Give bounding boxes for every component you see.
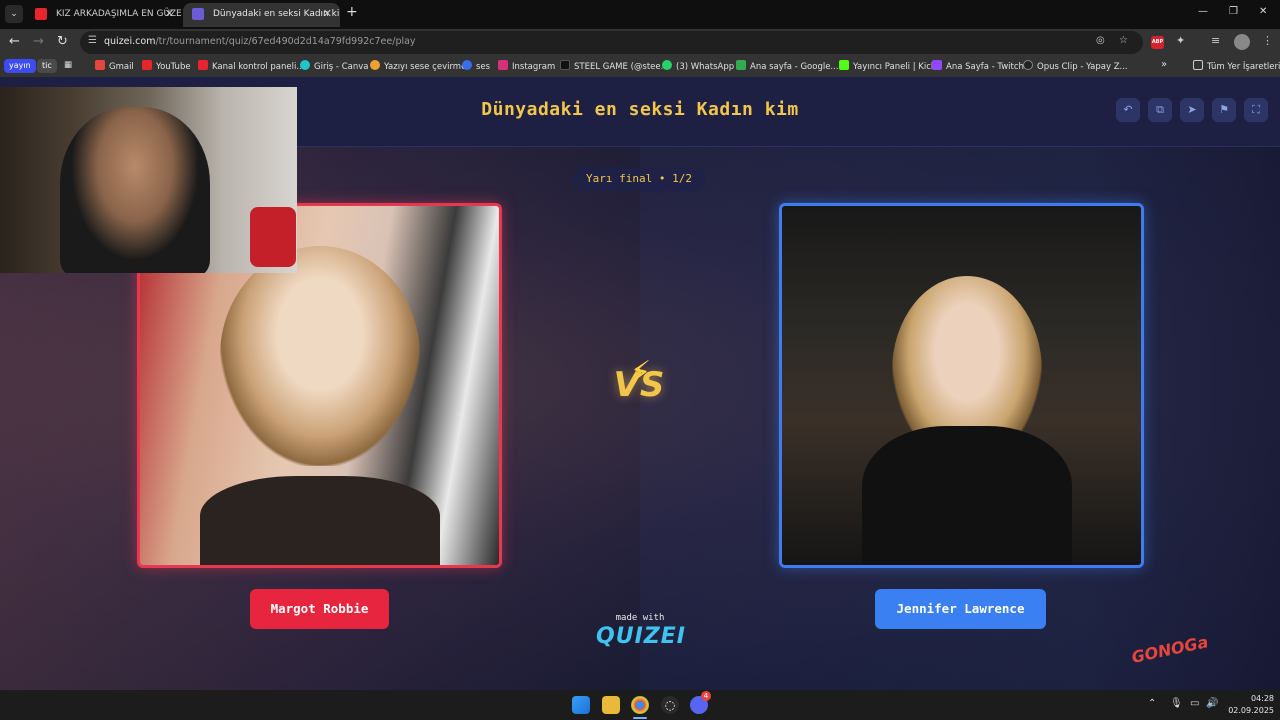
clock-time: 04:28	[1250, 694, 1274, 703]
kick-icon	[839, 60, 849, 70]
tab-search-button[interactable]: ⌄	[5, 5, 23, 23]
url-text: quizei.com/tr/tournament/quiz/67ed490d2d…	[104, 36, 416, 47]
send-icon[interactable]: ➤	[1180, 98, 1204, 122]
clock-date: 02.09.2025	[1228, 706, 1274, 715]
headset-prop	[250, 207, 296, 267]
windows-start-icon[interactable]	[572, 696, 590, 714]
microphone-icon[interactable]: 🎙	[1170, 698, 1183, 709]
site-info-icon[interactable]: ☰	[88, 35, 97, 46]
back-icon[interactable]: ←	[9, 34, 20, 49]
bookmark-star-icon[interactable]: ☆	[1119, 35, 1128, 46]
file-explorer-icon[interactable]	[602, 696, 620, 714]
volume-icon[interactable]: 🔊	[1206, 698, 1218, 709]
forward-icon[interactable]: →	[33, 34, 44, 49]
bookmark-youtube[interactable]: YouTube	[142, 60, 191, 72]
menu-kebab-icon[interactable]: ⋮	[1262, 34, 1273, 47]
close-window-icon[interactable]: ✕	[1259, 6, 1267, 17]
bookmark-kick[interactable]: Yayıncı Paneli | Kick	[839, 60, 936, 72]
windows-taskbar: ◌ 4 ⌃ 🎙 ▭ 🔊 04:28 02.09.2025	[0, 690, 1280, 720]
report-flag-icon[interactable]: ⚑	[1212, 98, 1236, 122]
google-drive-icon	[736, 60, 746, 70]
photo-subject-dress	[862, 426, 1072, 565]
gmail-icon	[95, 60, 105, 70]
opus-icon	[1023, 60, 1033, 70]
undo-icon[interactable]: ↶	[1116, 98, 1140, 122]
folder-icon	[1193, 60, 1203, 70]
apps-grid-icon[interactable]: ▦	[64, 60, 72, 70]
lightning-bolt-icon: ⚡	[630, 355, 652, 390]
bookmark-tts[interactable]: Yazıyı sese çevirme	[370, 60, 466, 72]
bookmark-kanal[interactable]: Kanal kontrol paneli...	[198, 60, 304, 72]
bookmark-google-drive[interactable]: Ana sayfa - Google...	[736, 60, 839, 72]
discord-icon[interactable]: 4	[690, 691, 711, 714]
browser-toolbar: ← → ↻ ☰ quizei.com/tr/tournament/quiz/67…	[0, 29, 1280, 56]
right-contestant-photo[interactable]	[782, 206, 1141, 565]
made-with-label: made with	[615, 613, 665, 623]
share-icon[interactable]: ⧉	[1148, 98, 1172, 122]
photo-subject	[220, 246, 420, 466]
fullscreen-icon[interactable]: ⛶	[1244, 98, 1268, 122]
bookmark-tiktok[interactable]: STEEL GAME (@stee...	[560, 60, 669, 72]
tiktok-icon	[560, 60, 570, 70]
browser-tab-active[interactable]: Dünyadaki en seksi Kadın kim ✕	[183, 3, 340, 27]
notification-badge: 4	[701, 691, 711, 701]
round-indicator: Yarı final • 1/2	[572, 167, 706, 191]
extensions-icon[interactable]: ✦	[1176, 34, 1185, 47]
instagram-icon	[498, 60, 508, 70]
whatsapp-icon	[662, 60, 672, 70]
reload-icon[interactable]: ↻	[57, 34, 68, 49]
minimize-icon[interactable]: —	[1198, 6, 1208, 17]
bookmarks-bar: yayın tic ▦ Gmail YouTube Kanal kontrol …	[0, 56, 1280, 77]
webcam-overlay	[0, 87, 297, 273]
tray-expand-icon[interactable]: ⌃	[1148, 698, 1156, 709]
streamer-video	[60, 107, 210, 273]
bookmark-whatsapp[interactable]: (3) WhatsApp	[662, 60, 734, 72]
new-tab-button[interactable]: +	[346, 4, 358, 20]
browser-tab[interactable]: KIZ ARKADAŞIMLA EN GÜZEL K ✕	[26, 3, 182, 27]
bookmark-twitch[interactable]: Ana Sayfa - Twitch	[932, 60, 1024, 72]
photo-subject-dress	[200, 476, 440, 565]
quizei-logo[interactable]: QUIZEI	[596, 624, 685, 649]
bookmark-gmail[interactable]: Gmail	[95, 60, 134, 72]
bookmark-canva[interactable]: Giriş - Canva	[300, 60, 368, 72]
browser-tab-bar: ⌄ KIZ ARKADAŞIMLA EN GÜZEL K ✕ Dünyadaki…	[0, 0, 1280, 29]
bookmark-ses[interactable]: ses	[462, 60, 490, 72]
canva-icon	[300, 60, 310, 70]
right-contestant-card[interactable]	[779, 203, 1144, 568]
bookmark-instagram[interactable]: Instagram	[498, 60, 555, 72]
adblock-extension-icon[interactable]: ABP	[1151, 36, 1164, 49]
bookmark-opus[interactable]: Opus Clip - Yapay Z...	[1023, 60, 1128, 72]
twitch-icon	[932, 60, 942, 70]
app-icon[interactable]: ◌	[661, 696, 679, 714]
tts-icon	[370, 60, 380, 70]
chrome-icon[interactable]	[631, 696, 649, 714]
tab-title: Dünyadaki en seksi Kadın kim	[213, 9, 340, 19]
profile-avatar[interactable]	[1234, 34, 1250, 50]
right-contestant-name-button[interactable]: Jennifer Lawrence	[875, 589, 1046, 629]
system-clock[interactable]: 04:28 02.09.2025	[1226, 693, 1274, 717]
more-bookmarks-icon[interactable]: »	[1161, 59, 1167, 70]
youtube-icon	[142, 60, 152, 70]
close-tab-icon[interactable]: ✕	[323, 3, 332, 25]
bookmark-chip[interactable]: yayın	[4, 59, 36, 73]
tab-title: KIZ ARKADAŞIMLA EN GÜZEL K	[56, 9, 182, 19]
all-bookmarks-folder[interactable]: Tüm Yer İşaretleri	[1193, 60, 1280, 72]
ses-icon	[462, 60, 472, 70]
address-bar[interactable]: ☰ quizei.com/tr/tournament/quiz/67ed490d…	[80, 31, 1143, 54]
youtube-studio-icon	[198, 60, 208, 70]
network-icon[interactable]: ▭	[1190, 698, 1199, 709]
active-app-indicator	[633, 717, 647, 719]
tracking-eye-icon[interactable]: ◎	[1096, 35, 1105, 46]
media-control-icon[interactable]: ≡	[1211, 34, 1220, 47]
youtube-icon	[35, 8, 47, 20]
quizei-favicon-icon	[192, 8, 204, 20]
left-contestant-name-button[interactable]: Margot Robbie	[250, 589, 389, 629]
restore-icon[interactable]: ❐	[1229, 6, 1238, 17]
bookmark-chip[interactable]: tic	[37, 59, 57, 73]
close-tab-icon[interactable]: ✕	[165, 3, 174, 25]
